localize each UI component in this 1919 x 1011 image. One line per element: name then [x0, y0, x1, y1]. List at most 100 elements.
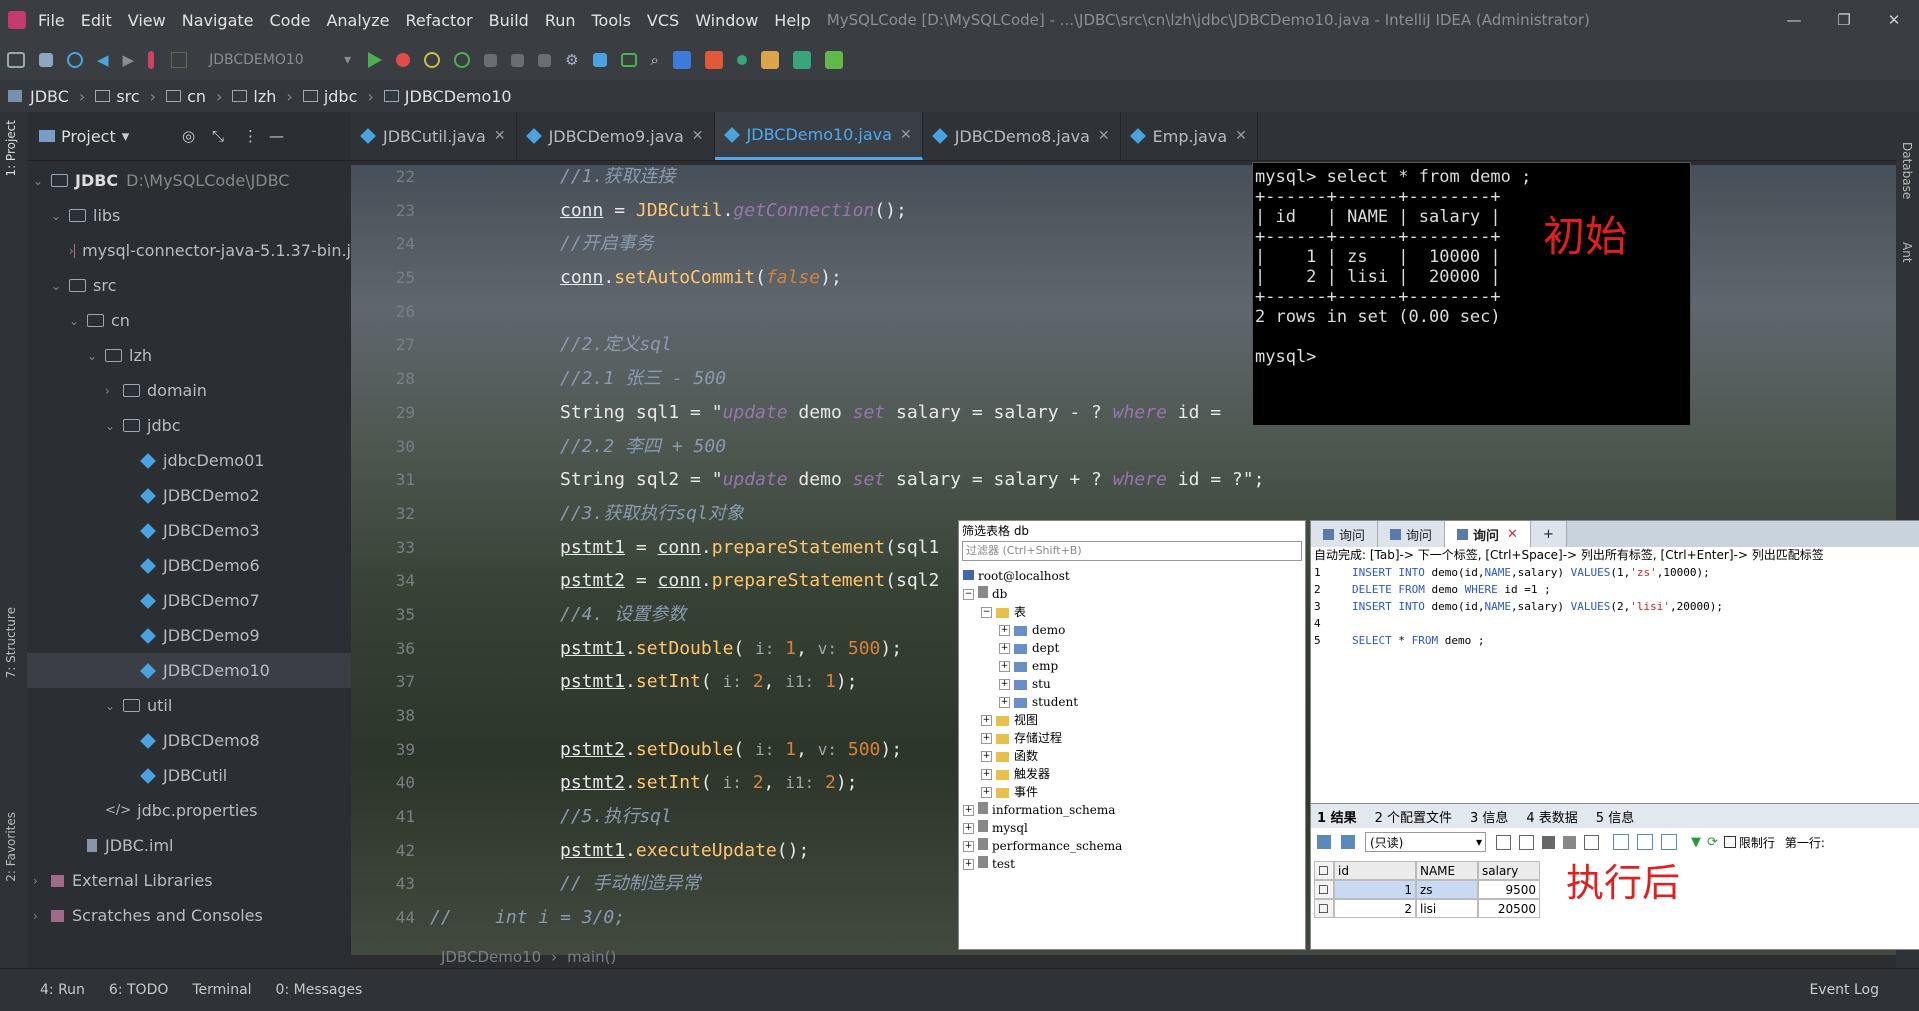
db-node[interactable]: +mysql — [963, 819, 1305, 837]
plugin-box-icon[interactable] — [793, 51, 811, 69]
db-node[interactable]: +performance_schema — [963, 837, 1305, 855]
grid-header-cell[interactable]: NAME — [1416, 861, 1478, 880]
status-tool-3[interactable]: 0: Messages — [276, 982, 363, 998]
menu-navigate[interactable]: Navigate — [182, 11, 254, 30]
expand-toggle-icon[interactable]: + — [963, 805, 974, 816]
breadcrumb-item[interactable]: jdbc — [324, 87, 358, 106]
delete-icon[interactable] — [1563, 836, 1576, 849]
menu-refactor[interactable]: Refactor — [406, 11, 473, 30]
locate-target-icon[interactable]: ◎ — [182, 127, 195, 145]
menu-build[interactable]: Build — [489, 11, 529, 30]
terminal-icon[interactable] — [621, 53, 637, 67]
copy-icon[interactable] — [1496, 835, 1511, 850]
editor-tab[interactable]: JDBCutil.java✕ — [351, 112, 517, 160]
grid-icon[interactable] — [1317, 835, 1331, 849]
expand-toggle-icon[interactable]: + — [963, 841, 974, 852]
result-tab[interactable]: 2 个配置文件 — [1375, 807, 1452, 826]
grid-cell[interactable]: 20500 — [1478, 899, 1540, 918]
grid-cell[interactable]: 9500 — [1478, 880, 1540, 899]
menu-run[interactable]: Run — [545, 11, 576, 30]
expand-toggle-icon[interactable]: + — [981, 751, 992, 762]
plugin-grid-icon[interactable] — [761, 51, 779, 69]
tree-item[interactable]: JDBCDemo3 — [27, 513, 351, 548]
project-view-selector[interactable]: Project — [61, 127, 116, 146]
expand-toggle-icon[interactable]: + — [999, 679, 1010, 690]
save-icon[interactable] — [1542, 836, 1555, 849]
tree-toggle-icon[interactable]: ⌄ — [33, 174, 51, 188]
query-text[interactable]: 1INSERT INTO demo(id,NAME,salary) VALUES… — [1311, 564, 1919, 649]
grid-cell[interactable]: zs — [1416, 880, 1478, 899]
expand-toggle-icon[interactable]: + — [981, 733, 992, 744]
tree-item[interactable]: ⌄src — [27, 268, 351, 303]
db-folder-node[interactable]: +视图 — [963, 711, 1305, 729]
menu-file[interactable]: File — [38, 11, 65, 30]
readonly-select[interactable]: (只读) ▾ — [1365, 832, 1486, 852]
tree-toggle-icon[interactable]: › — [33, 874, 51, 888]
expand-toggle-icon[interactable]: + — [963, 823, 974, 834]
table-node[interactable]: +emp — [963, 657, 1305, 675]
query-tab[interactable]: 询问 — [1378, 521, 1445, 547]
structure-tool-tab[interactable]: 7: Structure — [4, 607, 18, 678]
table-row[interactable]: ☐2lisi20500 — [1314, 899, 1540, 918]
tree-item[interactable]: ⌄jdbc — [27, 408, 351, 443]
expand-toggle-icon[interactable]: − — [963, 589, 974, 600]
ant-tool-tab[interactable]: Ant — [1900, 242, 1914, 263]
text-view-icon[interactable] — [1661, 834, 1677, 850]
tree-item[interactable]: ⌄libs — [27, 198, 351, 233]
grid-cell[interactable]: lisi — [1416, 899, 1478, 918]
result-tab[interactable]: 3 信息 — [1470, 807, 1508, 826]
event-log-button[interactable]: Event Log — [1809, 982, 1879, 998]
close-tab-icon[interactable]: ✕ — [692, 128, 704, 144]
structure-icon[interactable] — [538, 54, 551, 67]
tree-item[interactable]: JDBCDemo8 — [27, 723, 351, 758]
editor-tab[interactable]: JDBCDemo9.java✕ — [517, 112, 715, 160]
paste-icon[interactable] — [1519, 835, 1534, 850]
editor-tab[interactable]: JDBCDemo8.java✕ — [923, 112, 1121, 160]
limit-checkbox[interactable] — [1724, 836, 1736, 848]
run-config-select[interactable]: JDBCDEMO10 ▾ — [171, 47, 351, 73]
navbar-file[interactable]: JDBCDemo10 — [441, 948, 541, 966]
tree-item[interactable]: JDBCDemo6 — [27, 548, 351, 583]
tree-toggle-icon[interactable]: ⌄ — [51, 209, 69, 223]
row-select-checkbox[interactable]: ☐ — [1314, 861, 1334, 880]
favorites-tool-tab[interactable]: 2: Favorites — [4, 812, 18, 882]
breadcrumb-item[interactable]: cn — [187, 87, 206, 106]
coverage-icon[interactable] — [424, 52, 440, 68]
tree-item[interactable]: JDBCDemo2 — [27, 478, 351, 513]
tree-toggle-icon[interactable]: ⌄ — [105, 419, 123, 433]
editor-tab[interactable]: JDBCDemo10.java✕ — [715, 112, 923, 160]
db-node[interactable]: −db — [963, 585, 1305, 603]
db-filter-input[interactable]: 过滤器 (Ctrl+Shift+B) — [962, 541, 1302, 561]
stop-icon[interactable] — [484, 54, 497, 67]
tree-item[interactable]: ›domain — [27, 373, 351, 408]
add-query-tab-button[interactable]: + — [1531, 521, 1567, 547]
row-select-checkbox[interactable]: ☐ — [1314, 880, 1334, 899]
table-node[interactable]: +stu — [963, 675, 1305, 693]
close-tab-icon[interactable]: ✕ — [1507, 527, 1518, 542]
project-structure-icon[interactable] — [593, 53, 607, 67]
tree-item[interactable]: ⌄util — [27, 688, 351, 723]
hide-panel-icon[interactable]: — — [269, 127, 284, 145]
tree-toggle-icon[interactable]: ⌄ — [51, 279, 69, 293]
tree-toggle-icon[interactable]: ⌄ — [87, 349, 105, 363]
tree-item[interactable]: ⌄lzh — [27, 338, 351, 373]
debug-icon[interactable] — [396, 53, 410, 67]
result-tab[interactable]: 5 信息 — [1596, 807, 1634, 826]
grid-view-icon[interactable] — [1613, 834, 1629, 850]
vcs-icon[interactable] — [737, 55, 747, 65]
close-tab-icon[interactable]: ✕ — [494, 128, 506, 144]
menu-view[interactable]: View — [128, 11, 166, 30]
translate-alt-icon[interactable] — [705, 51, 723, 69]
expand-toggle-icon[interactable]: + — [963, 859, 974, 870]
close-tab-icon[interactable]: ✕ — [900, 127, 912, 143]
tree-item[interactable]: JDBCDemo9 — [27, 618, 351, 653]
navbar-method[interactable]: main() — [567, 948, 616, 966]
grid-header-cell[interactable]: salary — [1478, 861, 1540, 880]
db-folder-node[interactable]: +函数 — [963, 747, 1305, 765]
menu-window[interactable]: Window — [695, 11, 758, 30]
build-hammer-icon[interactable] — [148, 51, 154, 69]
database-tool-tab[interactable]: Database — [1900, 142, 1914, 199]
plugin-puzzle-icon[interactable] — [825, 51, 843, 69]
tree-item[interactable]: ⌄cn — [27, 303, 351, 338]
open-folder-icon[interactable] — [7, 52, 25, 68]
